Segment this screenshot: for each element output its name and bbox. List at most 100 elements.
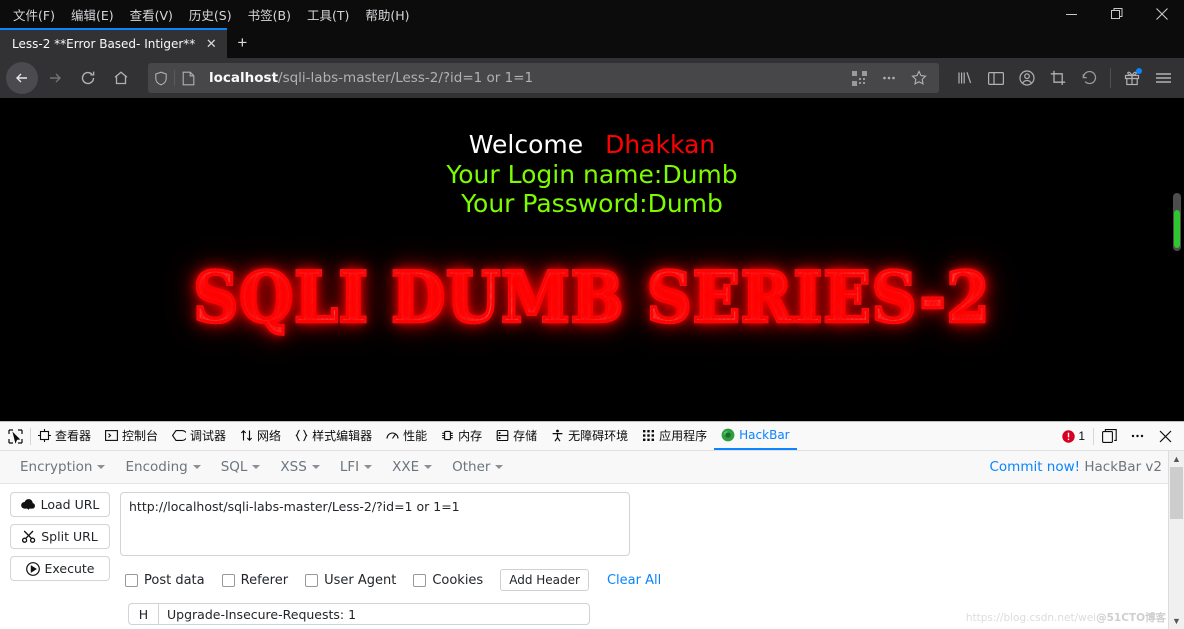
sidebar-icon[interactable] [981,63,1011,93]
navigation-toolbar: localhost/sqli-labs-master/Less-2/?id=1 … [0,58,1184,98]
url-bar[interactable]: localhost/sqli-labs-master/Less-2/?id=1 … [148,63,939,93]
commit-now-link[interactable]: Commit now! [989,459,1080,475]
devtools-tab-hackbar[interactable]: HackBar [714,422,797,450]
hackbar-url-input[interactable] [120,492,630,556]
screenshot-crop-icon[interactable] [1043,63,1073,93]
devtools-tab-storage[interactable]: 存储 [489,422,544,450]
minimize-icon[interactable] [1049,0,1094,28]
menu-view[interactable]: 查看(V) [123,2,180,27]
devtools-tab-label: 调试器 [190,428,227,443]
hackbar-menu-label: XSS [280,459,307,475]
menu-history[interactable]: 历史(S) [182,2,239,27]
devtools-tab-accessibility[interactable]: 无障碍环境 [544,422,635,450]
forward-icon[interactable] [39,62,71,94]
page-scrollbar[interactable] [1170,98,1184,421]
hackbar-menu-label: Encryption [20,459,93,475]
dock-position-icon[interactable] [1096,424,1122,448]
browser-toolbar-right [946,63,1178,93]
devtools-tab-label: 内存 [458,428,483,443]
devtools-tab-memory[interactable]: 内存 [434,422,489,450]
tab-title: Less-2 **Error Based- Intiger** [12,37,196,51]
tab-close-icon[interactable]: ✕ [201,34,221,54]
devtools-tab-application[interactable]: 应用程序 [635,422,714,450]
split-url-button[interactable]: Split URL [10,524,110,549]
hackbar-menu-lfi[interactable]: LFI [330,454,382,480]
devtools-tab-performance[interactable]: 性能 [379,422,434,450]
undo-close-icon[interactable] [1074,63,1104,93]
gift-icon[interactable] [1117,63,1147,93]
hamburger-menu-icon[interactable] [1148,63,1178,93]
execute-label: Execute [44,561,95,576]
menu-file[interactable]: 文件(F) [6,2,62,27]
devtools-tab-debugger[interactable]: 调试器 [165,422,233,450]
shield-icon[interactable] [148,64,174,92]
chevron-down-icon [192,465,201,469]
reload-icon[interactable] [72,62,104,94]
post-data-checkbox[interactable]: Post data [125,573,205,588]
menu-edit[interactable]: 编辑(E) [64,2,121,27]
back-icon[interactable] [6,62,38,94]
hackbar-menu-xss[interactable]: XSS [270,454,329,480]
referer-checkbox[interactable]: Referer [221,573,288,588]
checkbox-box[interactable] [221,573,235,587]
user-agent-checkbox[interactable]: User Agent [305,573,396,588]
window-controls [1049,0,1184,28]
menu-help[interactable]: 帮助(H) [358,2,416,27]
devtools-tab-network[interactable]: 网络 [233,422,288,450]
new-tab-button[interactable]: + [227,28,257,58]
home-icon[interactable] [105,62,137,94]
cloud-download-icon [20,498,36,511]
chevron-down-icon [495,465,504,469]
cookies-checkbox[interactable]: Cookies [413,573,483,588]
hackbar-menu-sql[interactable]: SQL [211,454,271,480]
devtools-tab-style-editor[interactable]: 样式编辑器 [288,422,379,450]
element-picker-icon[interactable] [0,422,30,450]
devtools-more-icon[interactable] [1124,424,1150,448]
checkbox-box[interactable] [413,573,427,587]
login-name-line: Your Login name:Dumb [446,159,738,189]
checkbox-box[interactable] [125,573,138,587]
hackbar-panel: Encryption Encoding SQL XSS LFI XXE Othe… [0,451,1184,629]
play-icon [25,561,40,576]
tab-less-2[interactable]: Less-2 **Error Based- Intiger** ✕ [0,28,228,58]
load-url-button[interactable]: Load URL [10,492,110,517]
error-count-badge[interactable]: 1 [1056,429,1091,443]
toolbar-divider [1110,68,1111,88]
hackbar-menu-other[interactable]: Other [442,454,513,480]
header-key-input[interactable]: H [128,603,158,625]
devtools-tab-inspector[interactable]: 查看器 [31,422,98,450]
page-actions-icon[interactable] [875,65,903,91]
restore-icon[interactable] [1094,0,1139,28]
library-icon[interactable] [950,63,980,93]
user-agent-label: User Agent [324,572,397,588]
scroll-up-icon[interactable]: ▲ [1169,451,1184,467]
hackbar-menu-encoding[interactable]: Encoding [115,454,210,480]
menu-tools[interactable]: 工具(T) [300,2,356,27]
banner-wrap: SQLI DUMB SERIES-2 [0,254,1184,339]
devtools-close-icon[interactable] [1152,424,1178,448]
tab-strip: Less-2 **Error Based- Intiger** ✕ + [0,28,1184,58]
header-value-input[interactable]: Upgrade-Insecure-Requests: 1 [158,603,590,625]
devtools-tab-console[interactable]: 控制台 [98,422,165,450]
close-icon[interactable] [1139,0,1184,28]
hackbar-action-buttons: Load URL Split URL Execute [10,492,110,625]
checkbox-box[interactable] [305,573,319,587]
chevron-down-icon [97,465,106,469]
clear-all-link[interactable]: Clear All [607,573,661,588]
bookmark-star-icon[interactable] [905,65,933,91]
hackbar-menu-xxe[interactable]: XXE [382,454,442,480]
url-text[interactable]: localhost/sqli-labs-master/Less-2/?id=1 … [201,70,845,86]
add-header-button[interactable]: Add Header [500,569,589,591]
execute-button[interactable]: Execute [10,556,110,581]
hackbar-scrollbar[interactable]: ▲ ▼ [1168,451,1184,629]
menu-bookmarks[interactable]: 书签(B) [241,2,298,27]
devtools-tabbar: 查看器 控制台 调试器 网络 样式编辑器 性能 内存 存储 无障碍环境 应用程序… [0,422,1184,451]
network-icon [240,429,253,442]
hackbar-scrollbar-thumb[interactable] [1170,467,1183,519]
scroll-down-icon[interactable]: ▼ [1169,613,1184,629]
qr-reader-icon[interactable] [845,65,873,91]
account-icon[interactable] [1012,63,1042,93]
hackbar-menu-encryption[interactable]: Encryption [10,454,115,480]
browser-window: 文件(F) 编辑(E) 查看(V) 历史(S) 书签(B) 工具(T) 帮助(H… [0,0,1184,629]
hackbar-menu-label: Other [452,459,491,475]
